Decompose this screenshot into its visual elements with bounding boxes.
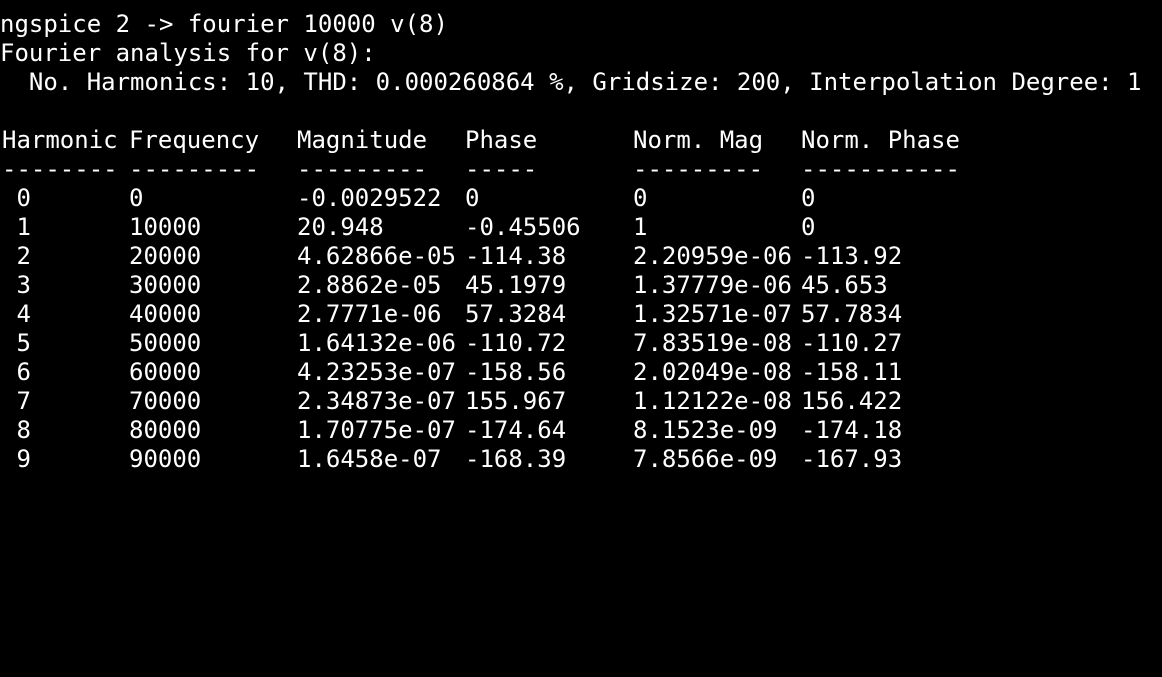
cell-frequency: 20000	[129, 242, 202, 270]
cell-harmonic: 7	[2, 387, 31, 415]
table-row: 6 60000 4.23253e-07 -158.56 2.02049e-08 …	[0, 358, 1162, 387]
cell-magnitude: 2.7771e-06	[297, 300, 442, 328]
table-row: 7 70000 2.34873e-07 155.967 1.12122e-08 …	[0, 387, 1162, 416]
header-norm-phase: Norm. Phase	[801, 126, 960, 154]
cell-norm-phase: -110.27	[801, 329, 903, 357]
separator-harmonic: --------	[2, 155, 118, 183]
cell-frequency: 70000	[129, 387, 202, 415]
cell-phase: 155.967	[465, 387, 567, 415]
cell-norm-mag: 7.83519e-08	[633, 329, 792, 357]
cell-norm-phase: -174.18	[801, 416, 903, 444]
table-row: 9 90000 1.6458e-07 -168.39 7.8566e-09 -1…	[0, 445, 1162, 474]
header-harmonic: Harmonic	[2, 126, 118, 154]
cell-magnitude: 4.62866e-05	[297, 242, 456, 270]
cell-phase: -174.64	[465, 416, 567, 444]
header-frequency: Frequency	[129, 126, 260, 154]
terminal-window[interactable]: ngspice 2 -> fourier 10000 v(8) Fourier …	[0, 0, 1162, 495]
analysis-title: Fourier analysis for v(8):	[0, 39, 376, 67]
cell-harmonic: 0	[2, 184, 31, 212]
cell-harmonic: 6	[2, 358, 31, 386]
cell-norm-phase: -167.93	[801, 445, 903, 473]
table-row: 1 10000 20.948 -0.45506 1 0	[0, 213, 1162, 242]
cell-harmonic: 8	[2, 416, 31, 444]
separator-magnitude: ---------	[297, 155, 428, 183]
cell-harmonic: 3	[2, 271, 31, 299]
cell-magnitude: -0.0029522	[297, 184, 442, 212]
table-row: 4 40000 2.7771e-06 57.3284 1.32571e-07 5…	[0, 300, 1162, 329]
cell-norm-mag: 1.12122e-08	[633, 387, 792, 415]
cell-harmonic: 4	[2, 300, 31, 328]
cell-frequency: 10000	[129, 213, 202, 241]
cell-harmonic: 1	[2, 213, 31, 241]
cell-harmonic: 5	[2, 329, 31, 357]
table-row: 3 30000 2.8862e-05 45.1979 1.37779e-06 4…	[0, 271, 1162, 300]
cell-norm-phase: 0	[801, 184, 816, 212]
cell-norm-phase: 0	[801, 213, 816, 241]
cell-norm-phase: 45.653	[801, 271, 888, 299]
cell-norm-phase: 156.422	[801, 387, 903, 415]
cell-norm-mag: 2.02049e-08	[633, 358, 792, 386]
cell-norm-mag: 2.20959e-06	[633, 242, 792, 270]
header-norm-mag: Norm. Mag	[633, 126, 764, 154]
cell-norm-mag: 0	[633, 184, 648, 212]
table-row: 8 80000 1.70775e-07 -174.64 8.1523e-09 -…	[0, 416, 1162, 445]
cell-phase: -110.72	[465, 329, 567, 357]
table-header: Harmonic Frequency Magnitude Phase Norm.…	[0, 126, 1162, 155]
cell-phase: 57.3284	[465, 300, 567, 328]
cell-frequency: 90000	[129, 445, 202, 473]
cell-phase: -0.45506	[465, 213, 581, 241]
table-separator: -------- --------- --------- ----- -----…	[0, 155, 1162, 184]
cell-phase: 0	[465, 184, 480, 212]
cell-norm-phase: -158.11	[801, 358, 903, 386]
separator-phase: -----	[465, 155, 538, 183]
cell-norm-phase: -113.92	[801, 242, 903, 270]
cell-harmonic: 2	[2, 242, 31, 270]
cell-norm-mag: 7.8566e-09	[633, 445, 778, 473]
cell-norm-mag: 1.32571e-07	[633, 300, 792, 328]
cell-harmonic: 9	[2, 445, 31, 473]
cell-magnitude: 1.6458e-07	[297, 445, 442, 473]
cell-norm-mag: 1.37779e-06	[633, 271, 792, 299]
table-row: 5 50000 1.64132e-06 -110.72 7.83519e-08 …	[0, 329, 1162, 358]
header-magnitude: Magnitude	[297, 126, 428, 154]
analysis-summary: No. Harmonics: 10, THD: 0.000260864 %, G…	[0, 68, 1142, 96]
cell-phase: 45.1979	[465, 271, 567, 299]
cell-norm-mag: 8.1523e-09	[633, 416, 778, 444]
cell-frequency: 50000	[129, 329, 202, 357]
header-phase: Phase	[465, 126, 538, 154]
cell-norm-mag: 1	[633, 213, 648, 241]
cell-frequency: 80000	[129, 416, 202, 444]
cell-magnitude: 1.70775e-07	[297, 416, 456, 444]
separator-norm-mag: ---------	[633, 155, 764, 183]
table-row: 0 0 -0.0029522 0 0 0	[0, 184, 1162, 213]
cell-phase: -158.56	[465, 358, 567, 386]
cell-magnitude: 2.8862e-05	[297, 271, 442, 299]
cell-magnitude: 2.34873e-07	[297, 387, 456, 415]
table-row: 2 20000 4.62866e-05 -114.38 2.20959e-06 …	[0, 242, 1162, 271]
cell-frequency: 40000	[129, 300, 202, 328]
separator-frequency: ---------	[129, 155, 260, 183]
cell-frequency: 30000	[129, 271, 202, 299]
cell-magnitude: 1.64132e-06	[297, 329, 456, 357]
cell-frequency: 60000	[129, 358, 202, 386]
separator-norm-phase: -----------	[801, 155, 960, 183]
cell-phase: -168.39	[465, 445, 567, 473]
cell-magnitude: 20.948	[297, 213, 384, 241]
command-line: ngspice 2 -> fourier 10000 v(8)	[0, 10, 448, 38]
cell-magnitude: 4.23253e-07	[297, 358, 456, 386]
cell-frequency: 0	[129, 184, 144, 212]
cell-norm-phase: 57.7834	[801, 300, 903, 328]
cell-phase: -114.38	[465, 242, 567, 270]
